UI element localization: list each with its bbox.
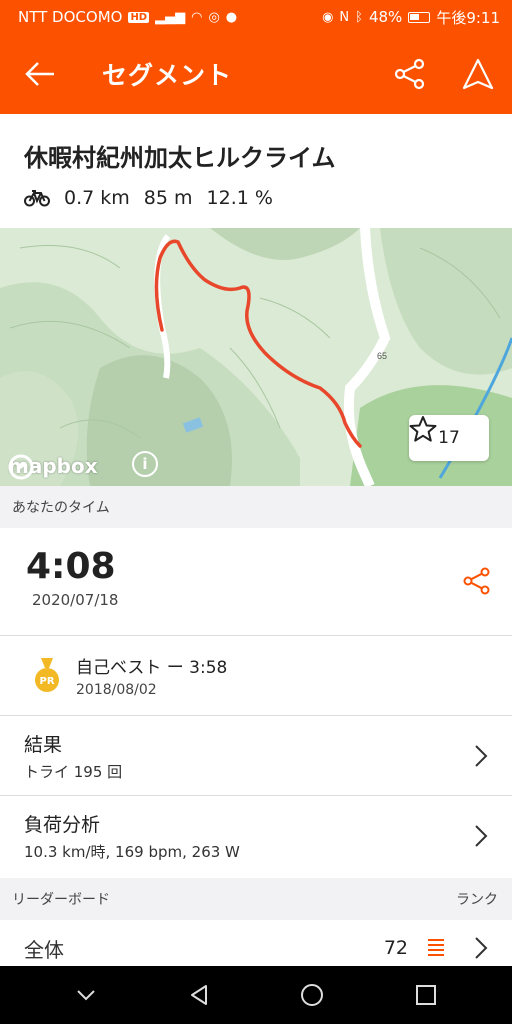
segment-stats: 0.7 km 85 m 12.1 % [24,187,488,209]
bicycle-icon [24,190,50,207]
your-time-section-label: あなたのタイム [0,486,512,528]
back-triangle-icon[interactable] [187,983,211,1007]
line-icon: ● [225,9,238,25]
effort-analysis-row[interactable]: 負荷分析 10.3 km/時, 169 bpm, 263 W [0,796,512,872]
results-row[interactable]: 結果 トライ 195 回 [0,716,512,796]
share-icon [394,58,425,90]
segment-name: 休暇村紀州加太ヒルクライム [24,144,336,172]
bluetooth-icon: ᛒ [355,9,363,25]
road-label: 65 [377,351,387,361]
navigate-button[interactable] [444,34,512,114]
personal-best-row[interactable]: PR 自己ベスト ー 3:58 2018/08/02 [0,636,512,716]
segment-header: 休暇村紀州加太ヒルクライム 0.7 km 85 m 12.1 % [0,114,512,228]
rank-bars-icon [428,939,444,956]
back-button[interactable] [0,34,80,114]
effort-analysis-title: 負荷分析 [24,814,101,836]
hd-badge: HD [128,11,150,23]
rank-label: ランク [456,892,498,908]
effort-analysis-subtitle: 10.3 km/時, 169 bpm, 263 W [24,843,240,861]
battery-level: 48% [368,8,403,26]
overall-label: 全体 [24,937,64,962]
back-arrow-icon [25,62,54,86]
eye-icon: ◉ [322,9,334,25]
effort-date: 2020/07/18 [32,591,119,609]
chevron-right-icon [475,745,488,767]
chevron-down-icon[interactable] [74,983,98,1007]
effort-time: 4:08 [26,546,116,587]
your-time-card: 4:08 2020/07/18 [0,528,512,636]
mapbox-logo: mapbox [8,454,98,480]
your-time-label: あなたのタイム [12,500,110,516]
signal-icon: ▂▄▆ [155,9,186,25]
star-button[interactable]: 17 [409,415,489,461]
svg-text:PR: PR [39,676,54,687]
segment-map[interactable]: 65 mapbox i 17 [0,228,512,486]
personal-best-label: 自己ベスト ー 3:58 [76,658,228,678]
star-count: 17 [438,428,460,448]
battery-icon [408,11,431,23]
chevron-right-icon [475,937,488,959]
star-icon [409,416,437,442]
home-circle-icon[interactable] [299,982,325,1008]
page-title: セグメント [102,61,233,90]
clock: 午後9:11 [436,8,500,27]
wifi-icon: ◠ [191,9,203,25]
nfc-icon: N [339,9,350,25]
recents-square-icon[interactable] [414,983,438,1007]
share-effort-button[interactable] [462,566,492,600]
segment-elevation: 85 m [143,187,193,209]
segment-distance: 0.7 km [64,187,130,209]
share-icon [463,567,490,595]
leaderboard-label: リーダーボード [12,892,110,908]
status-bar: NTT DOCOMO HD ▂▄▆ ◠ ◎ ● ◉ N ᛒ 48% 午後9:11 [0,0,512,34]
share-button[interactable] [376,34,444,114]
overall-rank: 72 [383,937,408,959]
segment-grade: 12.1 % [206,187,273,209]
instagram-icon: ◎ [208,9,220,25]
personal-best-date: 2018/08/02 [76,682,157,698]
chevron-right-icon [475,825,488,847]
leaderboard-section-label: リーダーボード ランク [0,878,512,920]
pr-medal-icon: PR [35,657,59,692]
info-icon[interactable]: i [132,451,158,477]
mapbox-mark-icon [8,454,34,480]
results-subtitle: トライ 195 回 [24,763,123,781]
app-bar: セグメント [0,34,512,114]
system-nav-bar [0,966,512,1024]
results-title: 結果 [24,734,63,756]
navigate-icon [462,58,494,90]
carrier-name: NTT DOCOMO [18,8,123,26]
